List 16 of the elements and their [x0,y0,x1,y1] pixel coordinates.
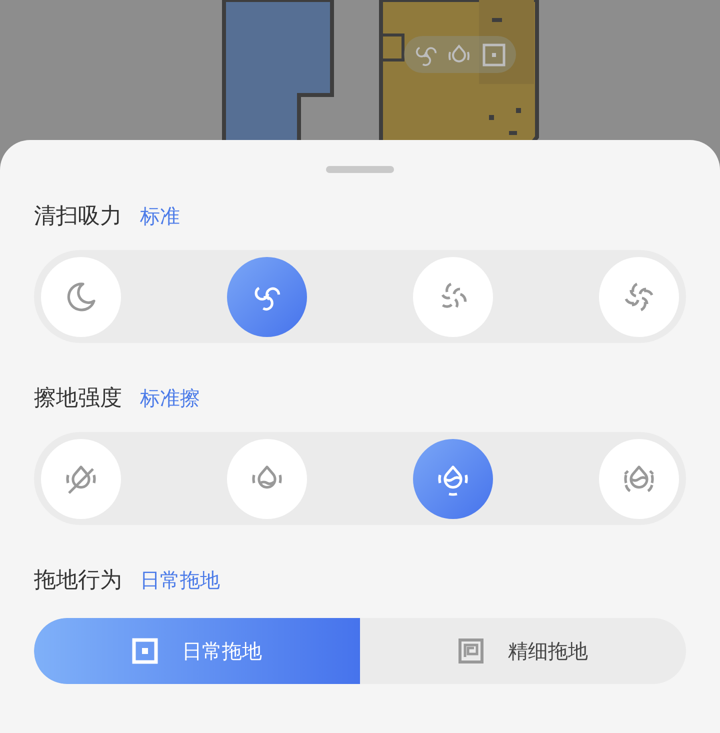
section-title: 拖地行为 [34,567,122,595]
selected-value: 标准 [140,202,180,230]
mode-button[interactable] [599,256,679,336]
selected-value: 标准擦 [140,384,200,412]
section-title: 擦地强度 [34,385,122,413]
drop-icon [447,44,471,66]
mode-tab[interactable]: 精细拖地 [360,618,686,684]
selected-value: 日常拖地 [140,566,220,594]
mode-button[interactable] [599,438,679,518]
mode-button[interactable] [41,438,121,518]
square-icon [482,42,506,66]
drag-handle[interactable] [326,166,394,173]
mode-button[interactable] [41,256,121,336]
nested-square-icon [458,638,484,664]
section-title: 清扫吸力 [34,203,122,231]
square-icon [132,638,158,664]
